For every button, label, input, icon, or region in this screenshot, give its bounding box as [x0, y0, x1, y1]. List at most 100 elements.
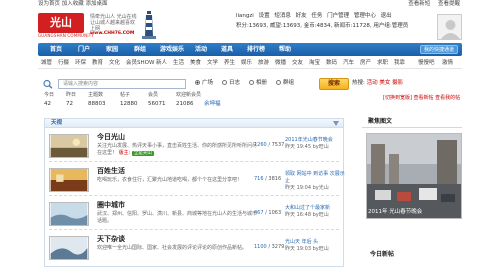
subnav-item[interactable]: 淘宝 — [309, 60, 320, 66]
top-bar-links[interactable]: 设为首页 加入收藏 添加桌面 — [38, 1, 108, 7]
street-photo-image — [367, 134, 461, 218]
user-link-tasks[interactable]: 任务 — [311, 13, 322, 19]
user-link-portal-admin[interactable]: 门户管理 — [327, 13, 349, 19]
nav-games[interactable]: 游戏娱乐 — [160, 43, 184, 56]
thread-count: 1260 — [254, 142, 267, 148]
nav-rankings[interactable]: 排行榜 — [247, 43, 265, 56]
avatar[interactable] — [437, 14, 462, 40]
subnav-item[interactable]: 会员SHOW — [126, 60, 154, 66]
nav-portal[interactable]: 门户 — [78, 43, 90, 56]
forum-name[interactable]: 百姓生活 — [97, 167, 125, 175]
last-post-link[interactable]: 领取 网站中 到访事 次展示止 — [285, 171, 345, 185]
thread-count: 467 — [254, 210, 264, 216]
hot-word[interactable]: 摄影 — [392, 80, 403, 86]
subnav-item[interactable]: 数码 — [326, 60, 337, 66]
post-count: 7537 — [271, 142, 285, 148]
subnav-item[interactable]: 娱乐 — [241, 60, 252, 66]
forum-name[interactable]: 圈中城市 — [97, 201, 125, 209]
last-post: 2011年光山春节晚会 昨天 19:45 by旺山 — [285, 137, 345, 151]
thread-count: 716 — [254, 176, 264, 182]
stat-value: 88803 — [88, 101, 106, 107]
forum-thumbnail[interactable] — [49, 236, 89, 260]
forum-row: 今日光山 关注光山发展、热评天事小事，直击百姓生活、你的所感所见所听所问尽在这里… — [49, 131, 339, 162]
nav-help[interactable]: 帮助 — [279, 43, 291, 56]
radio-icon — [276, 80, 281, 85]
forum-thumbnail[interactable] — [49, 168, 89, 192]
moderator-link[interactable]: 全是光山 — [131, 150, 154, 157]
user-link-logout[interactable]: 退出 — [381, 13, 392, 19]
search-option-groups[interactable]: 群组 — [276, 80, 294, 86]
forum-panel-header: 天视 — [45, 119, 343, 128]
radio-icon — [195, 80, 200, 85]
subnav-item[interactable]: 文化 — [109, 60, 120, 66]
search-option-album[interactable]: 相册 — [249, 80, 267, 86]
collapse-icon[interactable] — [333, 121, 339, 126]
hot-word[interactable]: 美女 — [379, 80, 390, 86]
search-input[interactable]: 请输入搜索内容 — [58, 79, 186, 89]
user-name[interactable]: liangzi — [236, 13, 254, 19]
site-logo[interactable]: 光山 — [38, 13, 84, 33]
search-option-plaza[interactable]: 广场 — [195, 80, 213, 86]
nav-space[interactable]: 家园 — [106, 43, 118, 56]
last-post-link[interactable]: 2011年光山春节晚会 — [285, 137, 345, 144]
hot-word[interactable]: 活动 — [367, 80, 378, 86]
view-options-links[interactable]: [切换到宽版] 查看新帖 查看我的帖 — [383, 95, 460, 102]
subnav-item[interactable]: 微播 — [275, 60, 286, 66]
forum-thumbnail[interactable] — [49, 134, 89, 158]
subnav-item[interactable]: 教育 — [92, 60, 103, 66]
subnav-item[interactable]: 环保 — [75, 60, 86, 66]
forum-panel-title[interactable]: 天视 — [51, 120, 62, 126]
subnav-item[interactable]: 养生 — [224, 60, 235, 66]
subnav-item[interactable]: 激情 — [442, 60, 453, 66]
user-link-admin-center[interactable]: 管理中心 — [354, 13, 376, 19]
subnav-item[interactable]: 房产 — [360, 60, 371, 66]
top-bar: 设为首页 加入收藏 添加桌面 查看新短 查看提醒 — [0, 0, 500, 9]
subnav-item[interactable]: 文学 — [207, 60, 218, 66]
post-count: 3279 — [271, 244, 285, 250]
my-zone-button[interactable]: 我的快捷通道 — [419, 45, 458, 54]
notifications-link[interactable]: 查看提醒 — [438, 1, 460, 7]
featured-caption[interactable]: 2011年 光山春节晚会 — [368, 209, 422, 215]
forum-counts: 716 / 3816 — [254, 176, 282, 182]
search-icon — [43, 79, 53, 89]
forum-description: 欢迎唯一全光山国际、国家、社会发展的评论评论的原创作品新帖。 — [97, 245, 248, 251]
last-post-link[interactable]: 光山天 年后 头 — [285, 239, 345, 246]
stat-label: 主题数 — [88, 92, 104, 98]
subnav-item[interactable]: 城管 — [41, 60, 52, 66]
subnav-item[interactable]: 求职 — [377, 60, 388, 66]
user-link-friends[interactable]: 好友 — [296, 13, 307, 19]
subnav-item[interactable]: 美食 — [190, 60, 201, 66]
search-button[interactable]: 搜索 — [319, 78, 349, 90]
subnav-item[interactable]: 新人 — [156, 60, 167, 66]
nav-groups[interactable]: 群组 — [134, 43, 146, 56]
stat-label: 帖子 — [120, 92, 131, 98]
subnav-item[interactable]: 慢慢吧 — [418, 60, 435, 66]
user-link-messages[interactable]: 短消息 — [274, 13, 291, 19]
user-link-settings[interactable]: 设置 — [259, 13, 270, 19]
hot-searches-label: 热搜: — [352, 80, 365, 86]
subnav-item[interactable]: 行摄 — [58, 60, 69, 66]
subnav-item[interactable]: 我靠 — [394, 60, 405, 66]
user-stats: 积分:13693, 威望:13693, 金币:4834, 新闻币:11728, … — [236, 23, 409, 29]
forum-name[interactable]: 今日光山 — [97, 133, 125, 141]
forum-name[interactable]: 天下杂谈 — [97, 235, 125, 243]
moderator-label: 版主: — [118, 149, 131, 156]
newest-member-link[interactable]: 余坤福 — [204, 101, 221, 107]
last-post-link[interactable]: 大和山过了个最家新 — [285, 205, 345, 212]
nav-home[interactable]: 首页 — [50, 43, 62, 56]
forum-counts: 1100 / 3279 — [254, 244, 285, 250]
new-messages-link[interactable]: 查看新短 — [408, 1, 430, 7]
post-count: 1063 — [268, 210, 282, 216]
stat-label: 会员 — [148, 92, 159, 98]
stat-label: 今日 — [44, 92, 55, 98]
nav-props[interactable]: 道具 — [221, 43, 233, 56]
forum-thumbnail[interactable] — [49, 202, 89, 226]
subnav-item[interactable]: 旅游 — [258, 60, 269, 66]
subnav-item[interactable]: 汽车 — [343, 60, 354, 66]
subnav-item[interactable]: 交友 — [292, 60, 303, 66]
nav-events[interactable]: 活动 — [195, 43, 207, 56]
search-option-blog[interactable]: 日志 — [222, 80, 240, 86]
featured-image[interactable] — [366, 133, 462, 219]
radio-icon — [249, 80, 254, 85]
subnav-item[interactable]: 生活 — [173, 60, 184, 66]
